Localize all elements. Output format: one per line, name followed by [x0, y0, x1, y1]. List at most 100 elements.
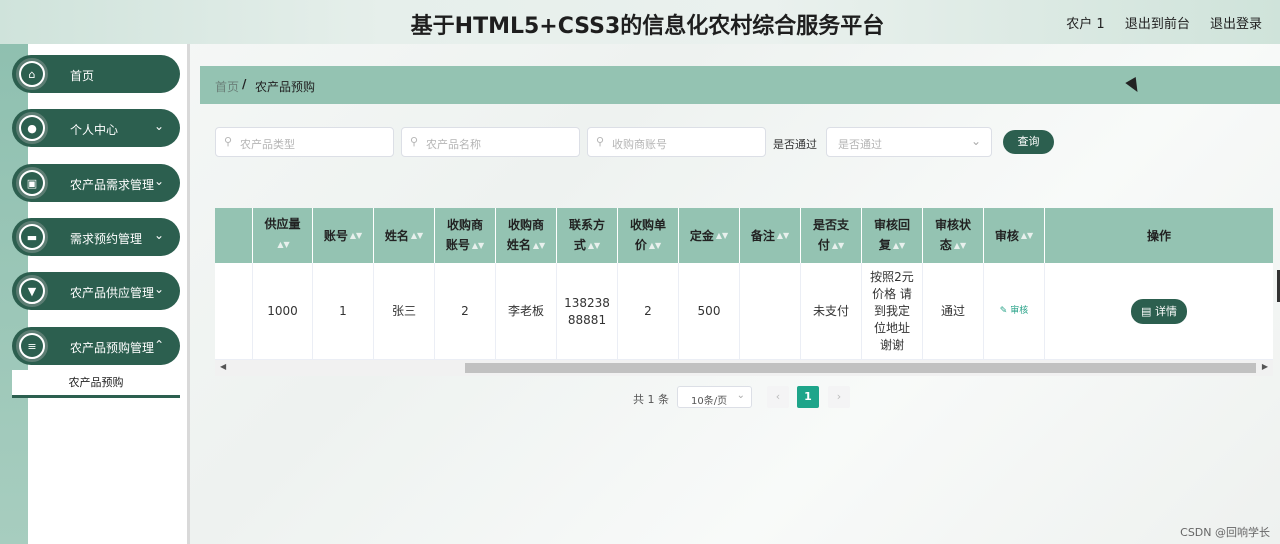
column-header-reply[interactable]: 审核回复 ▲▼ — [862, 208, 923, 263]
unit-price-cell: 2 — [618, 263, 679, 360]
scroll-left-icon[interactable]: ◀ — [220, 362, 226, 371]
table-row: 1000 1 张三 2 李老板 138238 88881 2 500 未支付 按照… — [215, 263, 1273, 360]
audit-cell: ✎ 审核 — [984, 263, 1045, 360]
sort-icon[interactable]: ▲▼ — [411, 231, 423, 240]
sidebar-item-appointment-management[interactable]: ▬ 需求预约管理 ⌄ — [12, 218, 180, 256]
top-header: 基于HTML5+CSS3的信息化农村综合服务平台 农户 1 退出到前台 退出登录 — [0, 0, 1280, 44]
chevron-down-icon: ⌄ — [153, 282, 164, 296]
back-front-link[interactable]: 退出到前台 — [1125, 17, 1190, 32]
sidebar-item-label: 个人中心 — [70, 123, 119, 137]
select-placeholder: 是否通过 — [838, 138, 882, 151]
supply-cell: 1000 — [253, 263, 313, 360]
home-icon: ⌂ — [16, 58, 48, 90]
sidebar-subitem-preorder[interactable]: 农产品预购 — [12, 370, 180, 398]
sidebar-item-label: 需求预约管理 — [70, 232, 143, 246]
column-header-paid[interactable]: 是否支付 ▲▼ — [801, 208, 862, 263]
sort-icon[interactable]: ▲▼ — [777, 231, 789, 240]
sort-icon[interactable]: ▲▼ — [533, 236, 545, 256]
sidebar-item-demand-management[interactable]: ▣ 农产品需求管理 ⌄ — [12, 164, 180, 202]
sort-icon[interactable]: ▲▼ — [588, 236, 600, 256]
logout-link[interactable]: 退出登录 — [1210, 17, 1262, 32]
sort-icon[interactable]: ▲▼ — [716, 231, 728, 240]
search-icon: ⚲ — [224, 135, 233, 148]
sort-icon[interactable]: ▲▼ — [350, 231, 362, 240]
box-icon: ▼ — [16, 275, 48, 307]
paid-cell: 未支付 — [801, 263, 862, 360]
account-cell: 1 — [313, 263, 374, 360]
sidebar-item-supply-management[interactable]: ▼ 农产品供应管理 ⌄ — [12, 272, 180, 310]
page-size-select[interactable]: 10条/页 ⌄ — [677, 386, 752, 408]
monitor-icon: ▬ — [16, 221, 48, 253]
sort-icon[interactable]: ▲▼ — [277, 240, 289, 249]
column-header-contact[interactable]: 联系方式 ▲▼ — [557, 208, 618, 263]
sliders-icon: ≡ — [16, 330, 48, 362]
deposit-cell: 500 — [679, 263, 740, 360]
chevron-up-icon: ⌄ — [153, 337, 164, 351]
chevron-down-icon: ⌄ — [153, 228, 164, 242]
audit-link[interactable]: ✎ 审核 — [1000, 303, 1028, 320]
input-placeholder: 农产品类型 — [240, 138, 295, 151]
data-table: 供应量 ▲▼ 账号 ▲▼ 姓名 ▲▼ 收购商 账号 ▲▼ 收购商 姓名 ▲▼ 联系方式 ▲▼ 收… — [215, 208, 1273, 376]
query-button[interactable]: 查询 — [1003, 130, 1054, 154]
sidebar-item-preorder-management[interactable]: ≡ 农产品预购管理 ⌄ — [12, 327, 180, 365]
input-placeholder: 农产品名称 — [426, 138, 481, 151]
scrollbar-thumb[interactable] — [465, 363, 1256, 373]
sidebar-item-label: 农产品需求管理 — [70, 178, 155, 192]
sidebar-item-home[interactable]: ⌂ 首页 — [12, 55, 180, 93]
breadcrumb-separator: / — [242, 77, 247, 91]
chevron-down-icon: ⌄ — [736, 390, 745, 401]
sidebar-item-label: 农产品供应管理 — [70, 286, 155, 300]
breadcrumb-current: 农产品预购 — [255, 80, 316, 94]
column-header-status[interactable]: 审核状态 ▲▼ — [923, 208, 984, 263]
column-header-buyer-name[interactable]: 收购商 姓名 ▲▼ — [496, 208, 557, 263]
table-header-row: 供应量 ▲▼ 账号 ▲▼ 姓名 ▲▼ 收购商 账号 ▲▼ 收购商 姓名 ▲▼ 联系方式 ▲▼ 收… — [215, 208, 1273, 263]
detail-button[interactable]: ▤ 详情 — [1131, 299, 1187, 324]
product-type-input[interactable]: ⚲ 农产品类型 — [215, 127, 394, 157]
next-page-button[interactable]: › — [828, 386, 850, 408]
search-icon: ⚲ — [410, 135, 419, 148]
page-number-current[interactable]: 1 — [797, 386, 819, 408]
column-header-audit[interactable]: 审核 ▲▼ — [984, 208, 1045, 263]
actions-cell: ▤ 详情 — [1045, 263, 1273, 360]
column-header-note[interactable]: 备注 ▲▼ — [740, 208, 801, 263]
column-header-supply[interactable]: 供应量 ▲▼ — [253, 208, 313, 263]
search-icon: ⚲ — [596, 135, 605, 148]
column-header-buyer-account[interactable]: 收购商 账号 ▲▼ — [435, 208, 496, 263]
column-header-select — [215, 208, 253, 263]
user-label: 农户 1 — [1066, 17, 1105, 32]
column-header-name[interactable]: 姓名 ▲▼ — [374, 208, 435, 263]
chevron-down-icon: ⌄ — [153, 174, 164, 188]
breadcrumb: 首页 / 农产品预购 — [200, 66, 1280, 104]
status-cell: 通过 — [923, 263, 984, 360]
column-header-unit-price[interactable]: 收购单价 ▲▼ — [618, 208, 679, 263]
pagination-total: 共 1 条 — [633, 393, 669, 406]
input-placeholder: 收购商账号 — [612, 138, 667, 151]
buyer-account-input[interactable]: ⚲ 收购商账号 — [587, 127, 766, 157]
sort-icon[interactable]: ▲▼ — [1021, 231, 1033, 240]
approved-filter-label: 是否通过 — [773, 138, 817, 151]
document-icon: ▤ — [1141, 305, 1152, 318]
product-name-input[interactable]: ⚲ 农产品名称 — [401, 127, 580, 157]
user-icon: ● — [16, 112, 48, 144]
sort-icon[interactable]: ▲▼ — [954, 236, 966, 256]
approved-select[interactable]: 是否通过 ⌄ — [826, 127, 992, 157]
sidebar-item-personal-center[interactable]: ● 个人中心 ⌄ — [12, 109, 180, 147]
header-links: 农户 1 退出到前台 退出登录 — [1050, 13, 1262, 32]
prev-page-button[interactable]: ‹ — [767, 386, 789, 408]
sidebar-item-label: 首页 — [70, 69, 95, 83]
column-header-actions: 操作 — [1146, 228, 1171, 243]
sort-icon[interactable]: ▲▼ — [649, 236, 661, 256]
breadcrumb-home[interactable]: 首页 — [215, 78, 239, 95]
row-select-cell — [215, 263, 253, 360]
column-header-account[interactable]: 账号 ▲▼ — [313, 208, 374, 263]
column-header-deposit[interactable]: 定金 ▲▼ — [679, 208, 740, 263]
chevron-down-icon: ⌄ — [153, 119, 164, 133]
note-cell — [740, 263, 801, 360]
name-cell: 张三 — [374, 263, 435, 360]
edit-icon: ✎ — [999, 306, 1008, 316]
sort-icon[interactable]: ▲▼ — [832, 236, 844, 256]
horizontal-scrollbar[interactable]: ◀ ▶ — [215, 360, 1273, 376]
sort-icon[interactable]: ▲▼ — [472, 236, 484, 256]
scroll-right-icon[interactable]: ▶ — [1262, 362, 1268, 371]
sort-icon[interactable]: ▲▼ — [893, 236, 905, 256]
